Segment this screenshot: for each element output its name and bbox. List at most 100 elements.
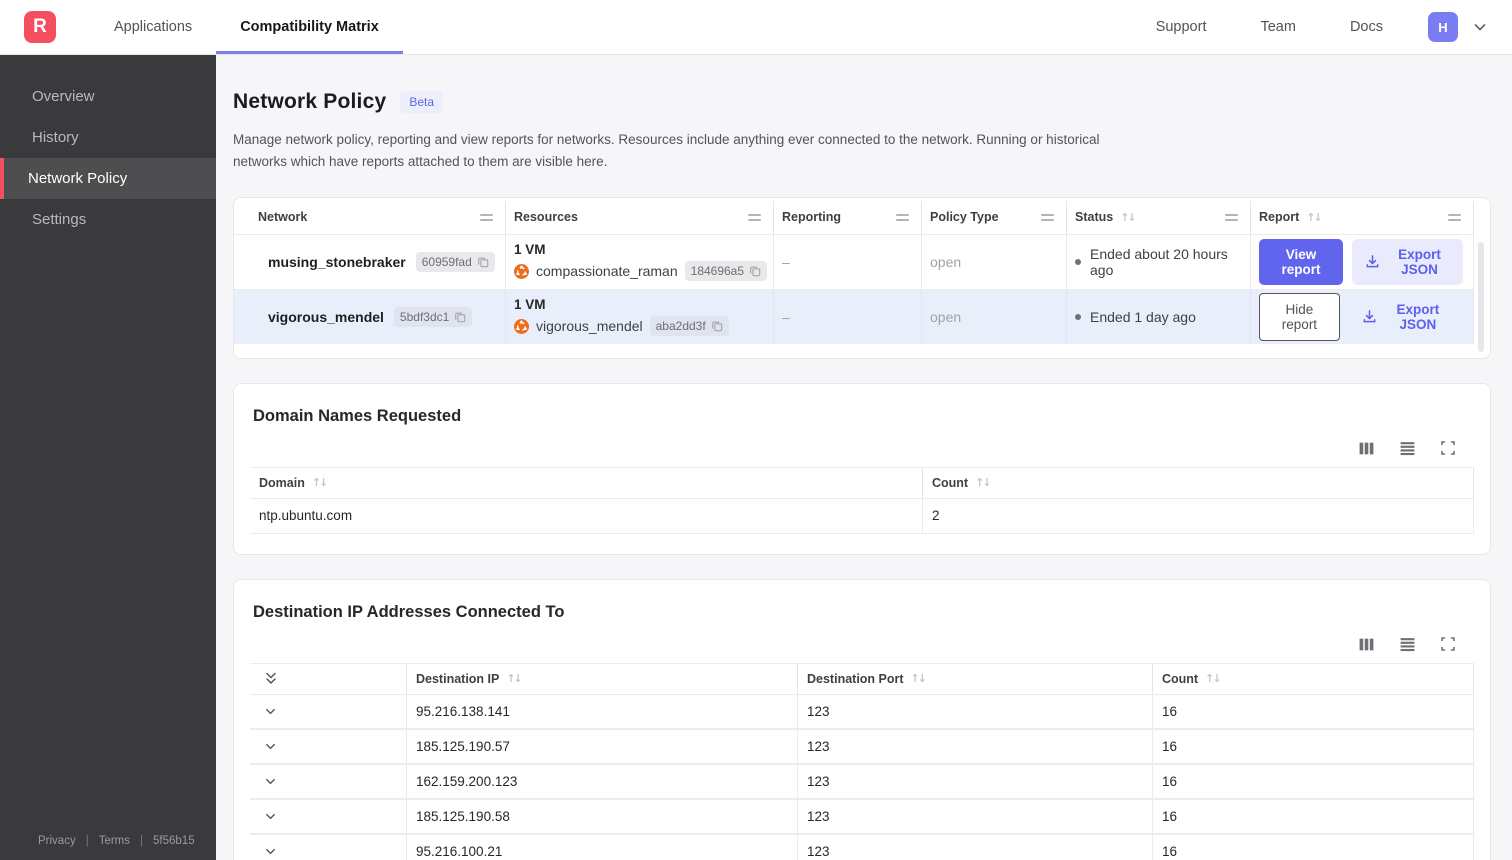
destination-ips-card: Destination IP Addresses Connected To De… xyxy=(233,578,1491,860)
column-drag-handle[interactable] xyxy=(1448,213,1463,221)
column-drag-handle[interactable] xyxy=(1225,213,1240,221)
copy-icon[interactable] xyxy=(711,320,723,332)
sidebar-item-network-policy[interactable]: Network Policy xyxy=(0,158,216,199)
double-chevron-down-icon[interactable] xyxy=(264,671,278,686)
sort-arrows-icon[interactable]: ↑↓ xyxy=(975,476,992,489)
chevron-down-icon[interactable] xyxy=(264,810,277,823)
table-scrollbar[interactable] xyxy=(1478,241,1484,352)
column-header-destination-port[interactable]: Destination Port ↑↓ xyxy=(798,663,1153,694)
column-drag-handle[interactable] xyxy=(748,213,763,221)
resource-id-badge: aba2dd3f xyxy=(649,316,729,337)
link-docs[interactable]: Docs xyxy=(1327,19,1406,35)
top-navbar: R Applications Compatibility Matrix Supp… xyxy=(0,0,1512,55)
rows-icon[interactable] xyxy=(1399,440,1416,457)
network-id-badge: 60959fad xyxy=(415,251,495,272)
chevron-down-icon[interactable] xyxy=(264,705,277,718)
app-logo[interactable]: R xyxy=(24,11,56,43)
copy-icon[interactable] xyxy=(454,311,466,323)
columns-icon[interactable] xyxy=(1358,636,1375,653)
destination-ip-cell: 185.125.190.57 xyxy=(407,729,798,763)
sort-arrows-icon[interactable]: ↑↓ xyxy=(506,672,523,685)
expand-all-header xyxy=(250,663,407,694)
column-header-count[interactable]: Count ↑↓ xyxy=(923,467,1474,498)
resources-cell: 1 VM vigorous_mendel aba2dd3f xyxy=(506,289,774,344)
status-dot xyxy=(1075,258,1081,265)
destination-port-cell: 123 xyxy=(798,799,1153,833)
sidebar-item-overview[interactable]: Overview xyxy=(0,76,216,117)
reporting-cell: – xyxy=(774,234,922,289)
export-json-button[interactable]: Export JSON xyxy=(1352,238,1463,285)
destination-ip-cell: 162.159.200.123 xyxy=(407,764,798,798)
column-drag-handle[interactable] xyxy=(1041,213,1056,221)
tab-applications[interactable]: Applications xyxy=(90,0,216,54)
main-content: Network Policy Beta Manage network polic… xyxy=(216,55,1512,860)
column-header-domain[interactable]: Domain ↑↓ xyxy=(250,467,923,498)
columns-icon[interactable] xyxy=(1358,440,1375,457)
row-expander xyxy=(250,694,407,728)
destination-port-cell: 123 xyxy=(798,694,1153,728)
column-header-report[interactable]: Report ↑↓ xyxy=(1251,200,1474,234)
hide-report-button[interactable]: Hide report xyxy=(1259,292,1340,341)
resources-cell: 1 VM compassionate_raman 184696a5 xyxy=(506,234,774,289)
destination-ip-cell: 95.216.100.21 xyxy=(407,834,798,860)
sort-arrows-icon[interactable]: ↑↓ xyxy=(1205,672,1222,685)
footer-divider: | xyxy=(85,835,89,847)
column-drag-handle[interactable] xyxy=(896,213,911,221)
sort-arrows-icon[interactable]: ↑↓ xyxy=(911,672,928,685)
table-row: 95.216.138.141 123 16 xyxy=(250,693,1474,729)
column-drag-handle[interactable] xyxy=(480,213,495,221)
card-toolbar xyxy=(234,622,1490,663)
networks-table-card: Network Resources Reporting Policy Type … xyxy=(233,196,1491,359)
beta-badge: Beta xyxy=(400,91,444,113)
export-json-button[interactable]: Export JSON xyxy=(1349,294,1463,340)
link-support[interactable]: Support xyxy=(1133,19,1230,35)
chevron-down-icon[interactable] xyxy=(264,845,277,858)
reporting-cell: – xyxy=(774,289,922,344)
column-header-count[interactable]: Count ↑↓ xyxy=(1153,663,1474,694)
column-header-destination-ip[interactable]: Destination IP ↑↓ xyxy=(407,663,798,694)
page-description: Manage network policy, reporting and vie… xyxy=(233,132,1100,170)
sort-arrows-icon[interactable]: ↑↓ xyxy=(312,476,329,489)
expand-icon[interactable] xyxy=(1440,440,1456,457)
domain-table: Domain ↑↓ Count ↑↓ ntp.ubuntu.com 2 xyxy=(250,466,1474,534)
avatar[interactable]: H xyxy=(1428,12,1458,42)
network-row: musing_stonebraker 60959fad 1 VM compass… xyxy=(234,233,1474,289)
column-header-policy-type[interactable]: Policy Type xyxy=(922,200,1067,234)
chevron-down-icon[interactable] xyxy=(264,740,277,753)
copy-icon[interactable] xyxy=(477,256,489,268)
link-team[interactable]: Team xyxy=(1237,19,1318,35)
status-cell: Ended 1 day ago xyxy=(1067,289,1251,344)
sort-arrows-icon[interactable]: ↑↓ xyxy=(1120,211,1137,224)
count-cell: 16 xyxy=(1153,764,1474,798)
table-row: 162.159.200.123 123 16 xyxy=(250,763,1474,799)
expand-icon[interactable] xyxy=(1440,636,1456,653)
card-title: Destination IP Addresses Connected To xyxy=(253,602,565,621)
column-header-network[interactable]: Network xyxy=(234,200,506,234)
row-expander xyxy=(250,799,407,833)
column-header-reporting[interactable]: Reporting xyxy=(774,200,922,234)
column-header-resources[interactable]: Resources xyxy=(506,200,774,234)
domain-table-header: Domain ↑↓ Count ↑↓ xyxy=(250,466,1474,498)
rows-icon[interactable] xyxy=(1399,636,1416,653)
sidebar-item-settings[interactable]: Settings xyxy=(0,199,216,240)
sidebar-item-history[interactable]: History xyxy=(0,117,216,158)
policy-type-cell: open xyxy=(922,289,1067,344)
view-report-button[interactable]: View report xyxy=(1259,238,1344,285)
tab-compatibility-matrix[interactable]: Compatibility Matrix xyxy=(216,0,403,54)
sidebar-footer: Privacy | Terms | 5f56b15 xyxy=(0,835,216,860)
chevron-down-icon[interactable] xyxy=(264,775,277,788)
destination-port-cell: 123 xyxy=(798,764,1153,798)
footer-divider: | xyxy=(140,835,144,847)
sort-arrows-icon[interactable]: ↑↓ xyxy=(1306,211,1323,224)
copy-icon[interactable] xyxy=(749,265,761,277)
table-row: 95.216.100.21 123 16 xyxy=(250,833,1474,860)
privacy-link[interactable]: Privacy xyxy=(38,835,76,847)
sidebar: Overview History Network Policy Settings… xyxy=(0,55,216,860)
terms-link[interactable]: Terms xyxy=(99,835,130,847)
row-expander xyxy=(250,729,407,763)
count-cell: 16 xyxy=(1153,694,1474,728)
chevron-down-icon[interactable] xyxy=(1472,19,1488,35)
column-header-status[interactable]: Status ↑↓ xyxy=(1067,200,1251,234)
destination-ip-cell: 185.125.190.58 xyxy=(407,799,798,833)
table-row: 185.125.190.57 123 16 xyxy=(250,728,1474,764)
